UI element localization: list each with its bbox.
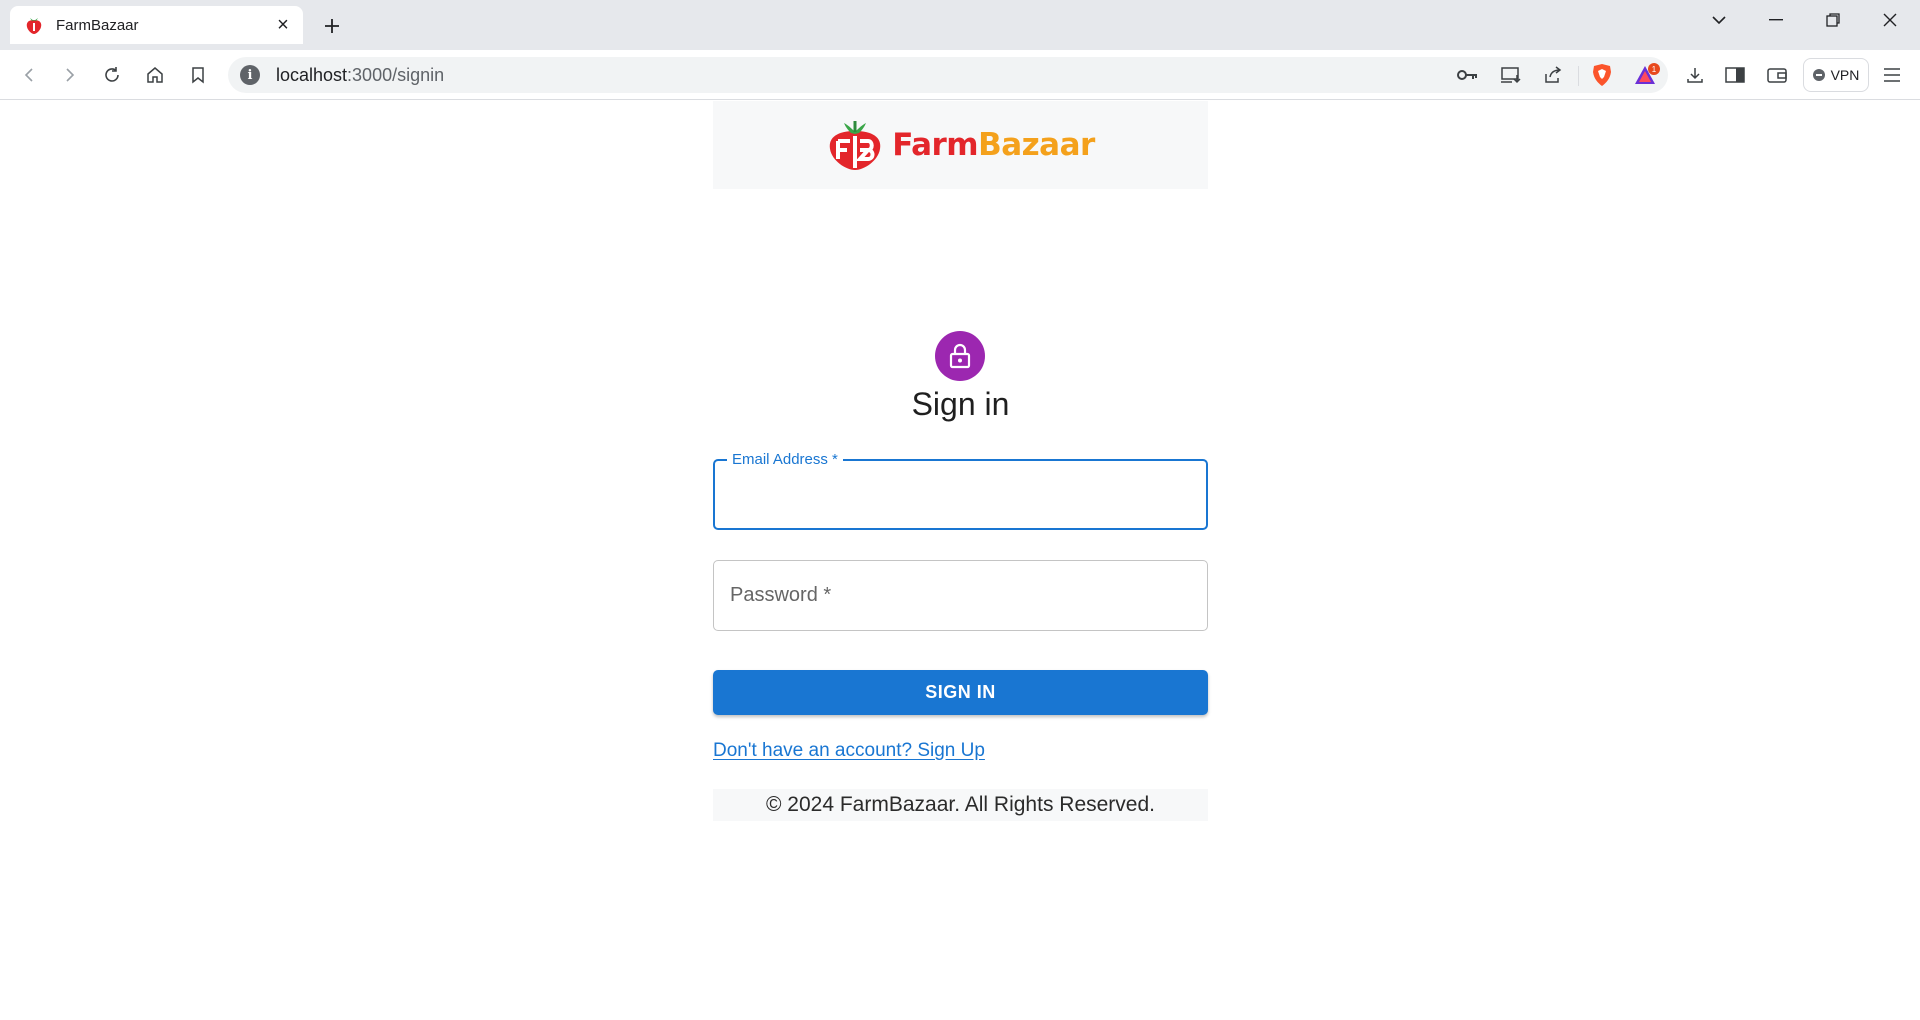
toolbar-divider — [1578, 66, 1579, 86]
minimize-icon[interactable] — [1756, 6, 1796, 34]
tab-close-icon[interactable]: × — [273, 15, 293, 35]
restore-icon[interactable] — [1813, 6, 1853, 34]
downloads-icon[interactable] — [1680, 60, 1710, 90]
forward-icon[interactable] — [55, 60, 85, 90]
close-window-icon[interactable] — [1870, 6, 1910, 34]
vpn-button[interactable]: VPN — [1803, 58, 1869, 92]
email-input[interactable] — [715, 461, 1206, 528]
browser-tab[interactable]: FarmBazaar × — [10, 6, 303, 44]
address-bar[interactable]: i localhost:3000/signin — [228, 57, 1668, 93]
lock-icon — [949, 343, 971, 369]
tab-title: FarmBazaar — [56, 16, 139, 34]
wallet-icon[interactable] — [1762, 60, 1792, 90]
password-field[interactable] — [713, 560, 1208, 631]
logo-wordmark: FarmBazaar — [892, 127, 1095, 163]
page-title: Sign in — [911, 386, 1010, 422]
copyright-text: © 2024 FarmBazaar. All Rights Reserved. — [766, 793, 1155, 816]
page-footer: © 2024 FarmBazaar. All Rights Reserved. — [713, 789, 1208, 821]
logo-bazaar-text: Bazaar — [978, 127, 1095, 163]
share-icon[interactable] — [1538, 60, 1568, 90]
lock-avatar — [935, 331, 985, 381]
tab-search-chevron-icon[interactable] — [1699, 6, 1739, 34]
farmbazaar-logo-icon[interactable] — [826, 119, 884, 171]
password-input[interactable] — [714, 561, 1207, 630]
url-host: localhost — [276, 64, 348, 85]
brave-shields-icon[interactable] — [1587, 60, 1617, 90]
key-icon[interactable] — [1453, 60, 1483, 90]
logo-farm-text: Farm — [892, 127, 979, 163]
sidebar-icon[interactable] — [1720, 60, 1750, 90]
install-app-icon[interactable] — [1496, 60, 1526, 90]
svg-text:1: 1 — [1652, 65, 1657, 74]
new-tab-icon[interactable] — [318, 12, 346, 40]
brave-rewards-icon[interactable]: 1 — [1632, 60, 1662, 90]
vpn-label: VPN — [1830, 67, 1860, 83]
url-path: :3000/signin — [347, 64, 445, 85]
site-info-icon[interactable]: i — [240, 65, 260, 85]
vpn-status-icon — [1812, 69, 1825, 81]
home-icon[interactable] — [140, 60, 170, 90]
menu-icon[interactable] — [1877, 60, 1907, 90]
site-header: FarmBazaar — [713, 101, 1208, 189]
back-icon[interactable] — [14, 60, 44, 90]
sign-up-link[interactable]: Don't have an account? Sign Up — [713, 740, 985, 762]
email-field[interactable]: Email Address * — [713, 451, 1208, 530]
sign-in-button[interactable]: SIGN IN — [713, 670, 1208, 715]
browser-toolbar: i localhost:3000/signin 1 VPN — [0, 50, 1920, 100]
signin-page: FarmBazaar Sign in Email Address * SIGN … — [0, 101, 1920, 1020]
browser-tab-bar: FarmBazaar × — [0, 0, 1920, 50]
strawberry-favicon-icon — [26, 18, 42, 34]
reload-icon[interactable] — [97, 60, 127, 90]
bookmark-icon[interactable] — [183, 60, 213, 90]
